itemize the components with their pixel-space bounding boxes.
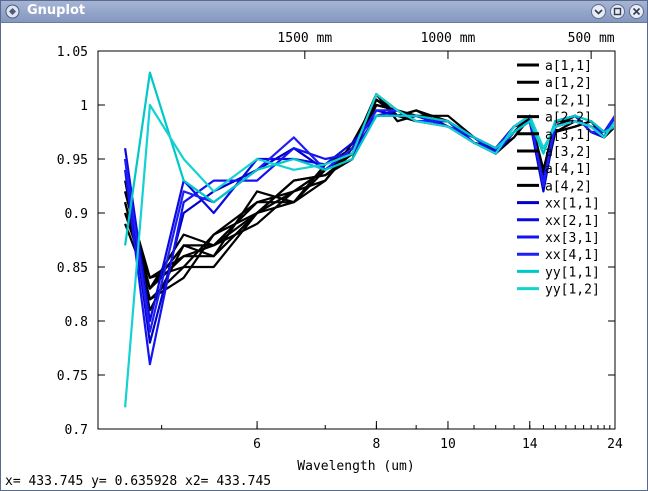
- gnuplot-app-icon[interactable]: [5, 4, 20, 19]
- close-button[interactable]: [629, 4, 644, 19]
- legend-label: a[4,2]: [545, 179, 592, 194]
- legend-label: yy[1,2]: [545, 283, 600, 298]
- gnuplot-window: Gnuplot 0.7 0.75 0.8 0.85 0.9 0.95 1 1.05 6 8 10 14…: [0, 0, 648, 491]
- legend-label: a[1,2]: [545, 76, 592, 91]
- plot-canvas[interactable]: 0.7 0.75 0.8 0.85 0.9 0.95 1 1.05 6 8 10 14 24 1500 m…: [1, 23, 647, 474]
- legend-label: a[1,1]: [545, 59, 592, 74]
- axes: 0.7 0.75 0.8 0.85 0.9 0.95 1 1.05 6 8 10 14 24 1500 m…: [57, 31, 623, 452]
- legend-label: yy[1,1]: [545, 265, 600, 280]
- legend-label: a[3,1]: [545, 128, 592, 143]
- series-group: [124, 71, 614, 408]
- x-tick-label: 8: [372, 437, 380, 452]
- close-icon: [632, 7, 641, 16]
- x-tick-label: 10: [440, 437, 456, 452]
- legend-label: xx[2,1]: [545, 214, 600, 229]
- series-line-a-2-2: [124, 103, 614, 312]
- y-tick-label: 0.75: [57, 369, 88, 384]
- y-tick-label: 0.8: [65, 315, 88, 330]
- legend-label: xx[3,1]: [545, 231, 600, 246]
- legend-label: a[4,1]: [545, 162, 592, 177]
- legend: a[1,1] a[1,2] a[2,1] a[2,2] a[3,1] a[3,2] a[4,…: [517, 59, 600, 298]
- window-title: Gnuplot: [27, 3, 86, 18]
- y-tick-label: 0.95: [57, 153, 88, 168]
- legend-label: xx[4,1]: [545, 248, 600, 263]
- status-bar: x= 433.745 y= 0.635928 x2= 433.745: [1, 474, 647, 490]
- legend-label: a[2,1]: [545, 93, 592, 108]
- y-tick-label: 0.85: [57, 261, 88, 276]
- y-tick-label: 1: [80, 99, 88, 114]
- x2-tick-label: 1000 mm: [421, 31, 476, 46]
- y-tick-label: 0.7: [65, 423, 88, 438]
- legend-label: a[3,2]: [545, 145, 592, 160]
- restore-button[interactable]: [610, 4, 625, 19]
- chevron-down-icon: [594, 9, 603, 15]
- x-axis-label: Wavelength (um): [297, 459, 414, 474]
- y-tick-label: 0.9: [65, 207, 88, 222]
- cursor-coordinates: x= 433.745 y= 0.635928 x2= 433.745: [5, 474, 272, 489]
- x2-tick-label: 500 mm: [568, 31, 615, 46]
- restore-icon: [613, 7, 622, 16]
- x-tick-label: 14: [522, 437, 538, 452]
- x-tick-label: 24: [607, 437, 623, 452]
- legend-label: a[2,2]: [545, 111, 592, 126]
- title-bar[interactable]: Gnuplot: [1, 1, 647, 23]
- legend-label: xx[1,1]: [545, 197, 600, 212]
- x2-tick-label: 1500 mm: [277, 31, 332, 46]
- x-tick-label: 6: [253, 437, 261, 452]
- y-tick-label: 1.05: [57, 45, 88, 60]
- minimize-button[interactable]: [591, 4, 606, 19]
